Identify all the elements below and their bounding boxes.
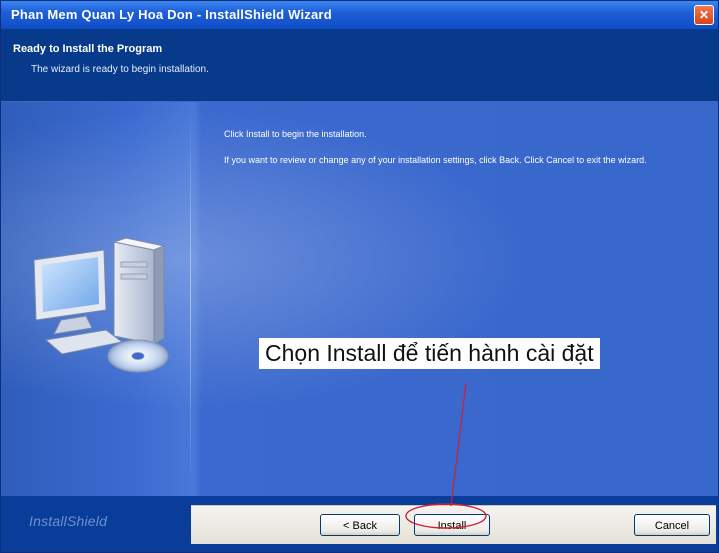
panel-divider xyxy=(190,102,191,496)
instruction-text: Click Install to begin the installation. xyxy=(224,129,367,139)
window-title: Phan Mem Quan Ly Hoa Don - InstallShield… xyxy=(11,7,332,22)
review-settings-text: If you want to review or change any of y… xyxy=(224,155,647,165)
wizard-content: Click Install to begin the installation.… xyxy=(1,102,718,496)
installshield-brand: InstallShield xyxy=(29,513,108,529)
close-icon: ✕ xyxy=(698,8,710,22)
wizard-footer: InstallShield < Back Install Cancel xyxy=(1,496,718,552)
back-button[interactable]: < Back xyxy=(320,514,400,536)
installshield-wizard-window: Phan Mem Quan Ly Hoa Don - InstallShield… xyxy=(0,0,719,553)
install-button[interactable]: Install xyxy=(414,514,490,536)
button-bar: < Back Install Cancel xyxy=(191,505,716,544)
close-button[interactable]: ✕ xyxy=(694,5,714,25)
wizard-header: Ready to Install the Program The wizard … xyxy=(1,29,718,102)
title-bar[interactable]: Phan Mem Quan Ly Hoa Don - InstallShield… xyxy=(1,1,718,29)
page-subtitle: The wizard is ready to begin installatio… xyxy=(31,64,209,75)
computer-install-icon xyxy=(33,237,169,373)
page-title: Ready to Install the Program xyxy=(13,43,163,55)
annotation-callout: Chọn Install để tiến hành cài đặt xyxy=(259,338,600,369)
cancel-button[interactable]: Cancel xyxy=(634,514,710,536)
